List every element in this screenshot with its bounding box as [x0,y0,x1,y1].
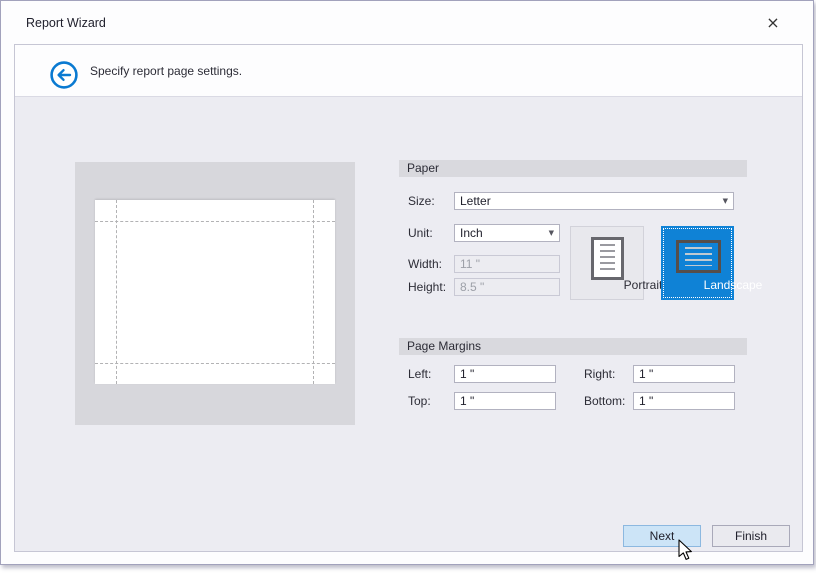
size-label: Size: [408,192,454,210]
next-button[interactable]: Next [623,525,701,547]
unit-select[interactable]: Inch ▼ [454,224,560,242]
back-arrow-icon [49,60,79,90]
paper-section-header: Paper [399,160,747,177]
unit-select-value: Inch [460,225,483,241]
back-button[interactable] [49,60,79,90]
preview-page [95,200,335,384]
width-field [454,255,560,273]
margin-guide-left [116,200,117,384]
wizard-header: Specify report page settings. [15,45,802,97]
report-wizard-dialog: Report Wizard × Specify report page sett… [0,0,814,565]
page-margins-section-header: Page Margins [399,338,747,355]
height-field [454,278,560,296]
margin-guide-bottom [95,363,335,364]
width-label: Width: [408,255,454,273]
margin-right-input[interactable] [633,365,735,383]
window-title: Report Wizard [26,1,106,45]
margin-top-input[interactable] [454,392,556,410]
close-button[interactable]: × [761,11,785,35]
margin-left-input[interactable] [454,365,556,383]
height-label: Height: [408,278,454,296]
unit-label: Unit: [408,224,454,242]
size-select-value: Letter [460,193,491,209]
size-select[interactable]: Letter ▼ [454,192,734,210]
page-preview [75,162,355,425]
margin-guide-right [313,200,314,384]
finish-button[interactable]: Finish [712,525,790,547]
landscape-page-icon [676,240,721,273]
margin-left-label: Left: [408,365,454,383]
close-icon: × [766,13,779,32]
margin-top-label: Top: [408,392,454,410]
portrait-button[interactable]: Portrait [570,226,644,300]
wizard-instruction: Specify report page settings. [90,45,242,97]
margin-bottom-input[interactable] [633,392,735,410]
margin-right-label: Right: [584,365,630,383]
margin-guide-top [95,221,335,222]
title-bar: Report Wizard × [1,1,813,44]
dropdown-arrow-icon: ▼ [723,197,728,205]
wizard-content-panel: Specify report page settings. Paper Size… [14,44,803,552]
portrait-page-icon [591,237,624,280]
landscape-button-label: Landscape [698,278,769,292]
landscape-button[interactable]: Landscape [661,226,734,300]
margin-bottom-label: Bottom: [584,392,630,410]
dropdown-arrow-icon: ▼ [549,229,554,237]
